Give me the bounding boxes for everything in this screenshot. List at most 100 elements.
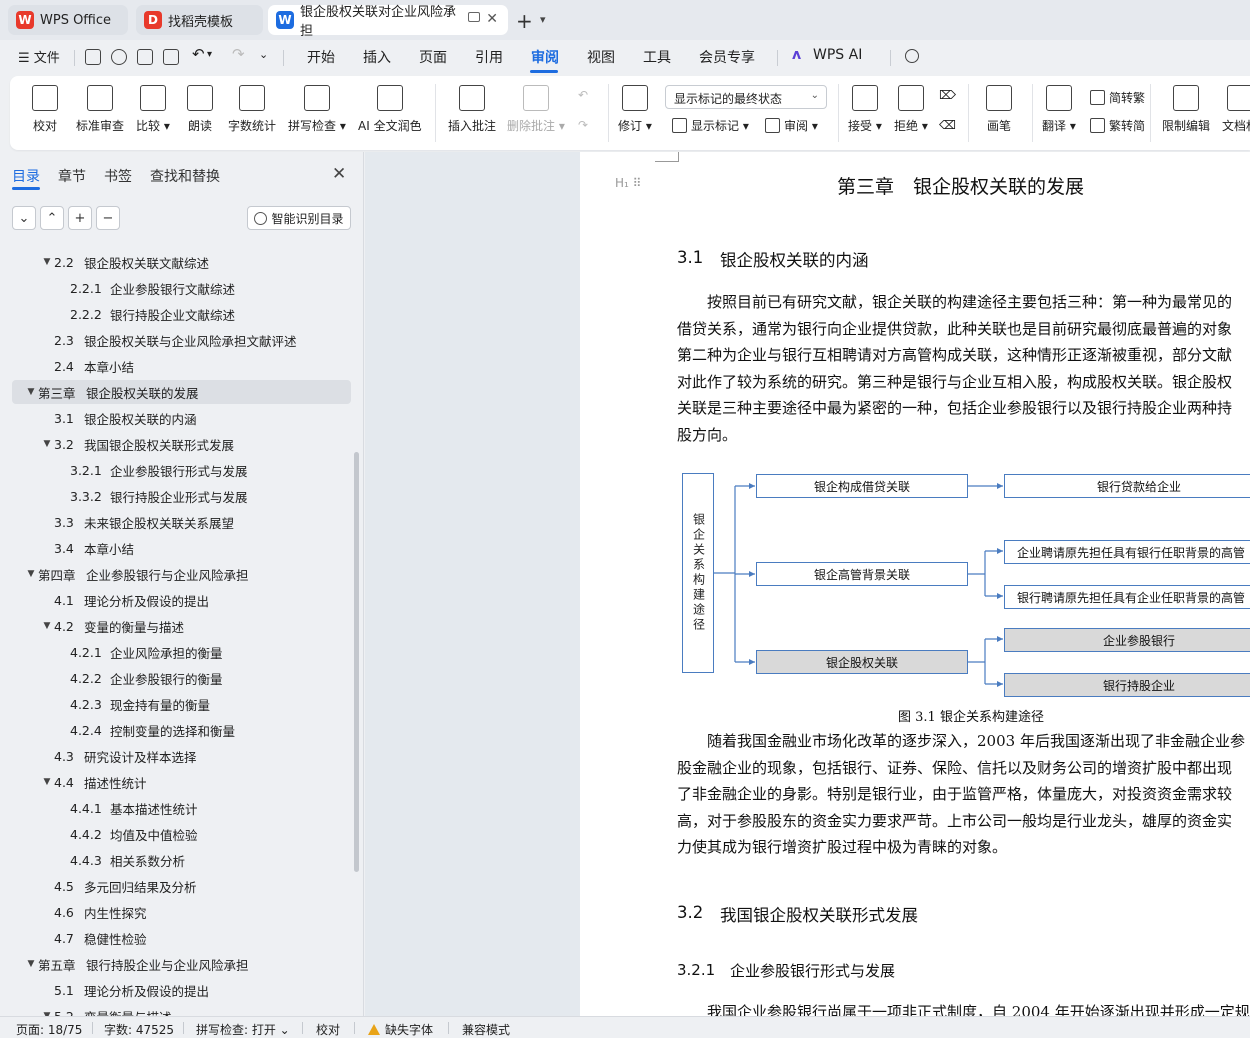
caret-down-icon[interactable]: ▼	[40, 439, 54, 449]
track-changes-button[interactable]: 修订 ▾	[618, 76, 652, 150]
menu-review[interactable]: 审阅	[531, 47, 559, 67]
prev-change-icon[interactable]: ⌦	[939, 88, 956, 102]
toc-item[interactable]: 4.4.3 相关系数分析	[12, 848, 351, 872]
standard-review-button[interactable]: 标准审查	[76, 76, 124, 150]
expand-down-button[interactable]: ⌄	[12, 206, 36, 230]
compare-button[interactable]: 比较 ▾	[136, 76, 170, 150]
tab-docer[interactable]: D 找稻壳模板	[136, 5, 263, 35]
tab-bookmarks[interactable]: 书签	[104, 166, 132, 186]
print-icon[interactable]	[137, 49, 153, 65]
toc-item[interactable]: 4.2.4 控制变量的选择和衡量	[12, 718, 351, 742]
toc-item[interactable]: 2.4 本章小结	[12, 354, 351, 378]
menu-home[interactable]: 开始	[307, 47, 335, 67]
toc-item[interactable]: 3.2.1 企业参股银行形式与发展	[12, 458, 351, 482]
share-icon[interactable]	[111, 49, 127, 65]
to-traditional-button[interactable]: 简转繁	[1090, 89, 1145, 106]
promote-level-button[interactable]: +	[68, 206, 92, 230]
caret-down-icon[interactable]: ▼	[24, 569, 38, 579]
menu-wps-ai[interactable]: WPS AI	[813, 47, 862, 63]
toc-item[interactable]: ▼ 第五章 银行持股企业与企业风险承担	[12, 952, 351, 976]
toc-item[interactable]: 4.6 内生性探究	[12, 900, 351, 924]
word-count[interactable]: 字数: 47525	[104, 1021, 174, 1038]
restrict-edit-button[interactable]: 限制编辑	[1162, 76, 1210, 150]
toc-item[interactable]: 3.1 银企股权关联的内涵	[12, 406, 351, 430]
toc-item[interactable]: ▼ 4.2 变量的衡量与描述	[12, 614, 351, 638]
close-tab-icon[interactable]: ✕	[486, 11, 498, 27]
toc-item[interactable]: 3.4 本章小结	[12, 536, 351, 560]
toc-item[interactable]: ▼ 3.2 我国银企股权关联形式发展	[12, 432, 351, 456]
missing-font-status[interactable]: 缺失字体	[368, 1021, 433, 1038]
document-area[interactable]: H₁ ⠿ 第三章 银企股权关联的发展 3.1 银企股权关联的内涵 按照目前已有研…	[365, 152, 1250, 1016]
chevron-down-icon[interactable]: ▾	[540, 13, 546, 26]
toc-scrollbar[interactable]	[354, 452, 359, 872]
file-menu[interactable]: ☰ 文件	[18, 47, 60, 66]
page-indicator[interactable]: 页面: 18/75	[16, 1021, 82, 1038]
spell-check-button[interactable]: 拼写检查 ▾	[288, 76, 346, 150]
toc-item[interactable]: 4.3 研究设计及样本选择	[12, 744, 351, 768]
demote-level-button[interactable]: −	[96, 206, 120, 230]
menu-references[interactable]: 引用	[475, 47, 503, 67]
next-change-icon[interactable]: ⌫	[939, 118, 956, 132]
undo-dropdown-icon[interactable]: ▾	[207, 49, 212, 60]
toc-item[interactable]: 4.2.1 企业风险承担的衡量	[12, 640, 351, 664]
to-simplified-button[interactable]: 繁转简	[1090, 117, 1145, 134]
caret-down-icon[interactable]: ▼	[24, 387, 38, 397]
tab-find-replace[interactable]: 查找和替换	[150, 166, 220, 186]
review-pane-button[interactable]: 审阅 ▾	[765, 117, 818, 134]
toc-item[interactable]: 3.3 未来银企股权关联关系展望	[12, 510, 351, 534]
toc-item[interactable]: 2.2.1 企业参股银行文献综述	[12, 276, 351, 300]
proofread-status[interactable]: 校对	[316, 1021, 340, 1038]
tab-toc[interactable]: 目录	[12, 166, 40, 186]
delete-comment-button[interactable]: 删除批注 ▾	[507, 76, 565, 150]
toc-item[interactable]: 5.1 理论分析及假设的提出	[12, 978, 351, 1002]
toc-item[interactable]: 4.2.2 企业参股银行的衡量	[12, 666, 351, 690]
window-icon[interactable]	[468, 12, 480, 22]
reject-button[interactable]: 拒绝 ▾	[894, 76, 928, 150]
word-count-button[interactable]: 字数统计	[228, 76, 276, 150]
caret-down-icon[interactable]: ▼	[40, 621, 54, 631]
proofread-button[interactable]: 校对	[32, 76, 58, 150]
ai-proofread-button[interactable]: AI 全文润色	[358, 76, 422, 150]
menu-member[interactable]: 会员专享	[699, 47, 755, 67]
toc-item[interactable]: ▼ 第四章 企业参股银行与企业风险承担	[12, 562, 351, 586]
toc-item[interactable]: ▼ 2.2 银企股权关联文献综述	[12, 250, 351, 274]
toc-item[interactable]: 4.2.3 现金持有量的衡量	[12, 692, 351, 716]
spell-check-status[interactable]: 拼写检查: 打开 ⌄	[196, 1021, 290, 1038]
close-icon[interactable]: ✕	[332, 164, 346, 184]
toc-item[interactable]: 4.1 理论分析及假设的提出	[12, 588, 351, 612]
more-dropdown-icon[interactable]: ⌄	[259, 48, 268, 61]
undo-icon[interactable]: ↶	[192, 45, 205, 63]
next-comment-icon[interactable]: ↷	[578, 118, 588, 132]
toc-item[interactable]: 3.3.2 银行持股企业形式与发展	[12, 484, 351, 508]
search-icon[interactable]	[905, 49, 919, 63]
smart-toc-button[interactable]: 智能识别目录	[247, 206, 351, 230]
show-markup-button[interactable]: 显示标记 ▾	[672, 117, 749, 134]
caret-down-icon[interactable]: ▼	[24, 959, 38, 969]
tab-chapters[interactable]: 章节	[58, 166, 86, 186]
toc-item[interactable]: 2.3 银企股权关联与企业风险承担文献评述	[12, 328, 351, 352]
toc-item[interactable]: ▼ 第三章 银企股权关联的发展	[12, 380, 351, 404]
caret-down-icon[interactable]: ▼	[40, 257, 54, 267]
redo-icon[interactable]: ↷	[232, 45, 245, 63]
new-tab-icon[interactable]: +	[516, 9, 533, 33]
toc-item[interactable]: 4.7 稳健性检验	[12, 926, 351, 950]
pen-button[interactable]: 画笔	[986, 76, 1012, 150]
menu-page[interactable]: 页面	[419, 47, 447, 67]
toc-item[interactable]: 4.4.2 均值及中值检验	[12, 822, 351, 846]
doc-rights-button[interactable]: 文档权	[1222, 76, 1250, 150]
toc-item[interactable]: ▼ 4.4 描述性统计	[12, 770, 351, 794]
menu-view[interactable]: 视图	[587, 47, 615, 67]
caret-down-icon[interactable]: ▼	[40, 777, 54, 787]
collapse-up-button[interactable]: ⌃	[40, 206, 64, 230]
display-state-select[interactable]: 显示标记的最终状态 ⌄	[665, 85, 827, 109]
tab-wps-office[interactable]: W WPS Office	[8, 5, 128, 35]
translate-button[interactable]: 翻译 ▾	[1042, 76, 1076, 150]
menu-tools[interactable]: 工具	[643, 47, 671, 67]
save-icon[interactable]	[85, 49, 101, 65]
toc-item[interactable]: 4.4.1 基本描述性统计	[12, 796, 351, 820]
toc-item[interactable]: ▼5.2变量衡量与描述	[12, 1004, 351, 1017]
toc-item[interactable]: 4.5 多元回归结果及分析	[12, 874, 351, 898]
prev-comment-icon[interactable]: ↶	[578, 88, 588, 102]
accept-button[interactable]: 接受 ▾	[848, 76, 882, 150]
menu-insert[interactable]: 插入	[363, 47, 391, 67]
